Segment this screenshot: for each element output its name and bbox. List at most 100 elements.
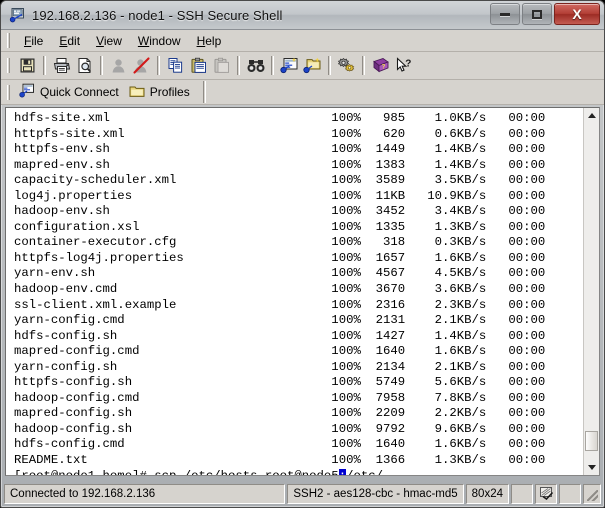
- status-size-label: 80x24: [471, 488, 503, 500]
- window-title: 192.168.2.136 - node1 - SSH Secure Shell: [32, 8, 283, 23]
- quick-connect-label: Quick Connect: [40, 85, 119, 99]
- terminal-panel: hdfs-site.xml 100% 985 1.0KB/s 00:00 http…: [5, 107, 600, 476]
- toolbar-separator-6: [328, 56, 331, 75]
- status-encryption-cell: [535, 484, 557, 504]
- status-connection: Connected to 192.168.2.136: [4, 484, 286, 504]
- new-terminal-icon: [280, 57, 299, 74]
- status-bar: Connected to 192.168.2.136 SSH2 - aes128…: [4, 484, 601, 504]
- status-cipher: SSH2 - aes128-cbc - hmac-md5: [287, 484, 464, 504]
- menu-item-view[interactable]: View: [88, 33, 130, 49]
- scrollbar-thumb[interactable]: [585, 431, 598, 451]
- svg-text:?: ?: [381, 64, 385, 70]
- close-button[interactable]: X: [554, 3, 600, 25]
- quick-connect-bar: Quick Connect Profiles: [1, 80, 604, 105]
- copy-button[interactable]: [164, 55, 187, 77]
- print-button[interactable]: [50, 55, 73, 77]
- help-book-button[interactable]: ?: [369, 55, 392, 77]
- title-bar[interactable]: 192.168.2.136 - node1 - SSH Secure Shell…: [1, 1, 604, 30]
- terminal-transfer-row: README.txt 100% 1366 1.3KB/s 00:00: [14, 453, 546, 468]
- terminal-transfer-row: mapred-config.sh 100% 2209 2.2KB/s 00:00: [14, 406, 546, 421]
- terminal-transfer-row: hadoop-env.sh 100% 3452 3.4KB/s 00:00: [14, 204, 546, 219]
- copy-icon: [167, 57, 184, 74]
- quickbar-drag-grip[interactable]: [7, 84, 10, 100]
- print-icon: [53, 57, 71, 74]
- terminal-transfer-row: hadoop-config.sh 100% 9792 9.6KB/s 00:00: [14, 421, 546, 436]
- terminal-transfer-row: log4j.properties 100% 11KB 10.9KB/s 00:0…: [14, 188, 546, 203]
- terminal-transfer-row: configuration.xsl 100% 1335 1.3KB/s 00:0…: [14, 219, 546, 234]
- terminal-scrollbar[interactable]: [583, 108, 599, 475]
- menu-item-file[interactable]: File: [16, 33, 51, 49]
- find-button[interactable]: [244, 55, 267, 77]
- minimize-icon: [500, 12, 510, 16]
- menu-item-help[interactable]: Help: [189, 33, 230, 49]
- menu-item-edit[interactable]: Edit: [51, 33, 88, 49]
- print-preview-button[interactable]: [73, 55, 96, 77]
- terminal-transfer-row: mapred-env.sh 100% 1383 1.4KB/s 00:00: [14, 157, 546, 172]
- scroll-down-button[interactable]: [584, 460, 599, 475]
- terminal-transfer-row: capacity-scheduler.xml 100% 3589 3.5KB/s…: [14, 173, 546, 188]
- terminal-transfer-row: hdfs-config.sh 100% 1427 1.4KB/s 00:00: [14, 328, 546, 343]
- terminal-transfer-row: httpfs-config.sh 100% 5749 5.6KB/s 00:00: [14, 375, 546, 390]
- window-resize-grip[interactable]: [583, 484, 601, 504]
- paste-disabled-button: [210, 55, 233, 77]
- toolbar-separator-2: [100, 56, 103, 75]
- chevron-down-icon: [587, 465, 596, 470]
- connect-button[interactable]: [107, 55, 130, 77]
- toolbar: ? ?: [1, 52, 604, 80]
- save-button[interactable]: [16, 55, 39, 77]
- toolbar-separator-7: [362, 56, 365, 75]
- find-icon: [247, 57, 265, 74]
- status-connection-label: Connected to 192.168.2.136: [10, 488, 156, 500]
- print-preview-icon: [76, 57, 93, 74]
- terminal-screen[interactable]: hdfs-site.xml 100% 985 1.0KB/s 00:00 http…: [6, 108, 583, 475]
- terminal-transfer-row: httpfs-env.sh 100% 1449 1.4KB/s 00:00: [14, 142, 546, 157]
- toolbar-separator-4: [237, 56, 240, 75]
- scroll-up-button[interactable]: [584, 108, 599, 123]
- paste-icon: [190, 57, 207, 74]
- terminal-prompt-line: [root@node1 home]# scp /etc/hosts root@n…: [14, 468, 583, 475]
- profiles-label: Profiles: [149, 85, 190, 99]
- terminal-transfer-row: hadoop-env.cmd 100% 3670 3.6KB/s 00:00: [14, 282, 546, 297]
- toolbar-separator-3: [157, 56, 160, 75]
- help-book-icon: ?: [372, 57, 390, 74]
- paste-button[interactable]: [187, 55, 210, 77]
- toolbar-separator-5: [271, 56, 274, 75]
- terminal-transfer-row: mapred-config.cmd 100% 1640 1.6KB/s 00:0…: [14, 344, 546, 359]
- status-blank-cell-2: [559, 484, 581, 504]
- disconnect-icon: [132, 57, 151, 74]
- toolbar-separator-1: [43, 56, 46, 75]
- paste-disabled-icon: [213, 57, 230, 74]
- menu-item-window[interactable]: Window: [130, 33, 189, 49]
- terminal-command-tail: /etc/: [346, 469, 383, 475]
- terminal-transfer-row: httpfs-log4j.properties 100% 1657 1.6KB/…: [14, 250, 546, 265]
- settings-button[interactable]: [335, 55, 358, 77]
- status-blank-cell-1: [511, 484, 533, 504]
- terminal-transfer-row: httpfs-site.xml 100% 620 0.6KB/s 00:00: [14, 126, 546, 141]
- chevron-up-icon: [587, 113, 596, 118]
- quick-connect-icon: [19, 83, 35, 102]
- menu-drag-grip[interactable]: [7, 33, 10, 48]
- quick-connect-button[interactable]: Quick Connect: [16, 82, 126, 103]
- connect-icon: [110, 57, 127, 74]
- terminal-transfer-row: hdfs-config.cmd 100% 1640 1.6KB/s 00:00: [14, 437, 546, 452]
- toolbar-drag-grip[interactable]: [7, 58, 10, 73]
- settings-icon: [337, 57, 356, 74]
- disconnect-button[interactable]: [130, 55, 153, 77]
- ssh-secure-shell-window: 192.168.2.136 - node1 - SSH Secure Shell…: [0, 0, 605, 508]
- maximize-button[interactable]: [522, 3, 552, 25]
- terminal-transfer-row: yarn-config.cmd 100% 2131 2.1KB/s 00:00: [14, 313, 546, 328]
- new-terminal-button[interactable]: [278, 55, 301, 77]
- minimize-button[interactable]: [490, 3, 520, 25]
- status-cipher-label: SSH2 - aes128-cbc - hmac-md5: [293, 488, 458, 500]
- new-file-transfer-button[interactable]: [301, 55, 324, 77]
- terminal-transfer-row: yarn-config.sh 100% 2134 2.1KB/s 00:00: [14, 359, 546, 374]
- svg-text:?: ?: [405, 58, 411, 69]
- terminal-transfer-row: container-executor.cfg 100% 318 0.3KB/s …: [14, 235, 546, 250]
- ssh-app-icon: [9, 7, 26, 24]
- status-terminal-size: 80x24: [465, 484, 509, 504]
- close-icon: X: [572, 6, 582, 22]
- context-help-button[interactable]: ?: [392, 55, 415, 77]
- profiles-button[interactable]: Profiles: [126, 83, 197, 102]
- profiles-folder-icon: [129, 84, 145, 101]
- terminal-command-text: [root@node1 home]# scp /etc/hosts root@n…: [14, 469, 339, 475]
